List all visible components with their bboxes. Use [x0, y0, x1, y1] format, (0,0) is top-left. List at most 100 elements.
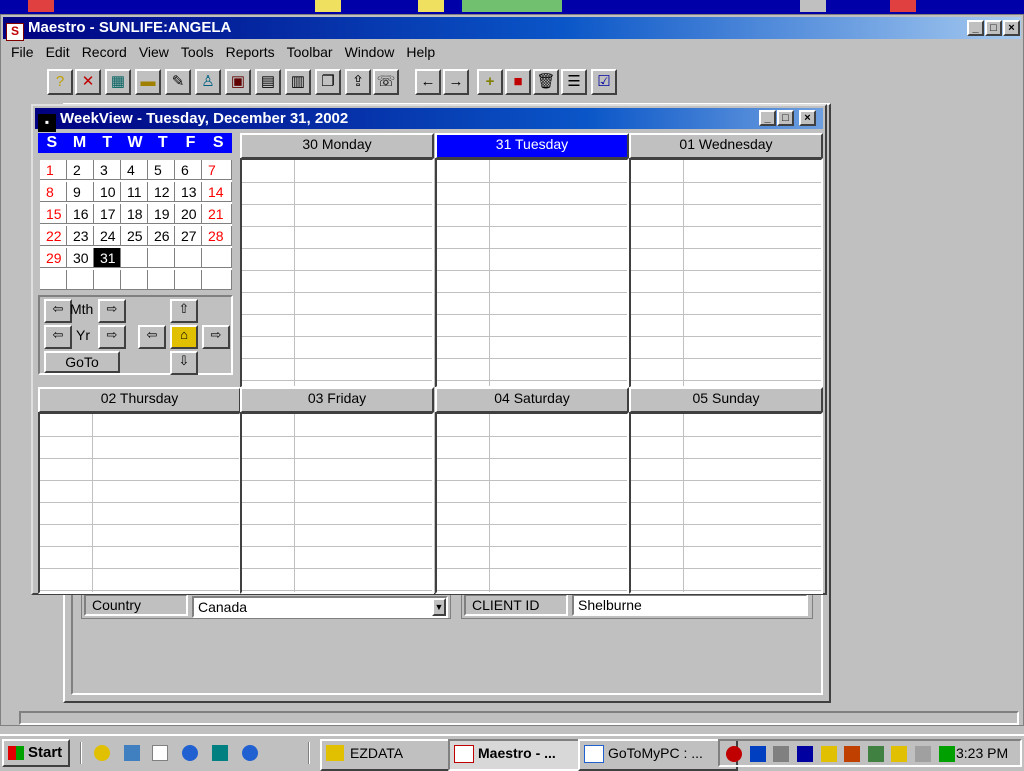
antivirus-tray-icon[interactable] — [844, 745, 861, 762]
calendar-date-cell[interactable]: 27 — [175, 226, 202, 246]
maximize-button[interactable]: □ — [985, 20, 1002, 36]
day-header-tuesday[interactable]: 31 Tuesday — [435, 133, 629, 159]
help-icon[interactable]: ? — [47, 69, 73, 95]
start-button[interactable]: Start — [2, 739, 70, 767]
day-slots-thursday[interactable] — [38, 412, 241, 594]
menu-edit[interactable]: Edit — [40, 42, 76, 62]
day-header-thursday[interactable]: 02 Thursday — [38, 387, 241, 413]
calendar-date-cell[interactable]: 16 — [67, 204, 94, 224]
calendar-date-cell[interactable]: 11 — [121, 182, 148, 202]
calendar-date-cell[interactable]: 19 — [148, 204, 175, 224]
right-arrow-icon[interactable]: ⇨ — [202, 325, 230, 349]
calendar-date-cell[interactable]: 22 — [40, 226, 67, 246]
calendar-date-cell[interactable]: 14 — [202, 182, 232, 202]
cancel-icon[interactable]: ✕ — [75, 69, 101, 95]
menu-reports[interactable]: Reports — [220, 42, 281, 62]
calendar-date-cell[interactable]: 30 — [67, 248, 94, 268]
menu-view[interactable]: View — [133, 42, 175, 62]
day-header-monday[interactable]: 30 Monday — [240, 133, 434, 159]
calendar-date-cell[interactable]: 1 — [40, 160, 67, 180]
calendar-date-cell[interactable]: 2 — [67, 160, 94, 180]
left-arrow-icon[interactable]: ⇦ — [138, 325, 166, 349]
search-tray-icon[interactable] — [726, 745, 742, 762]
day-slots-wednesday[interactable] — [629, 158, 823, 388]
weekview-titlebar[interactable]: ▪ WeekView - Tuesday, December 31, 2002 _… — [35, 108, 823, 132]
prev-month-arrow-icon[interactable]: ⇦ — [44, 299, 72, 323]
people-icon[interactable]: ♙ — [195, 69, 221, 95]
calculator-icon[interactable]: ▦ — [105, 69, 131, 95]
day-slots-saturday[interactable] — [435, 412, 629, 594]
day-header-friday[interactable]: 03 Friday — [240, 387, 434, 413]
down-arrow-icon[interactable]: ⇩ — [170, 351, 198, 375]
add-icon[interactable]: + — [477, 69, 503, 95]
day-slots-sunday[interactable] — [629, 412, 823, 594]
network-tray-icon[interactable] — [773, 745, 790, 762]
book-icon[interactable]: ▣ — [225, 69, 251, 95]
next-year-arrow-icon[interactable]: ⇨ — [98, 325, 126, 349]
menu-record[interactable]: Record — [76, 42, 133, 62]
shield-tray-icon[interactable] — [749, 745, 766, 762]
calendar-date-cell[interactable]: 9 — [67, 182, 94, 202]
day-header-wednesday[interactable]: 01 Wednesday — [629, 133, 823, 159]
calendar-date-cell[interactable]: 12 — [148, 182, 175, 202]
tools-icon[interactable]: ✎ — [165, 69, 191, 95]
mypc-tray-icon[interactable] — [938, 745, 955, 762]
calendar-date-cell[interactable]: 13 — [175, 182, 202, 202]
weekview-minimize-button[interactable]: _ — [759, 110, 776, 126]
color-icon[interactable]: ■ — [505, 69, 531, 95]
calendar-icon[interactable]: ▤ — [255, 69, 281, 95]
green-desktop-icon[interactable] — [462, 0, 562, 12]
day-slots-friday[interactable] — [240, 412, 434, 594]
calendar2-icon[interactable]: ▥ — [285, 69, 311, 95]
menu-toolbar[interactable]: Toolbar — [281, 42, 339, 62]
folder2-desktop-icon[interactable] — [418, 0, 444, 12]
phone-icon[interactable]: ☏ — [373, 69, 399, 95]
close-button[interactable]: × — [1003, 20, 1020, 36]
task-gotomypc[interactable]: GoToMyPC : ... — [578, 739, 738, 771]
calendar-date-cell[interactable]: 29 — [40, 248, 67, 268]
calendar-date-cell[interactable]: 21 — [202, 204, 232, 224]
calendar-date-cell[interactable]: 25 — [121, 226, 148, 246]
day-slots-monday[interactable] — [240, 158, 434, 388]
minimize-button[interactable]: _ — [967, 20, 984, 36]
monitor-tray-icon[interactable] — [796, 745, 813, 762]
check-icon[interactable]: ☑ — [591, 69, 617, 95]
drive-tray-icon[interactable] — [915, 745, 931, 762]
list-icon[interactable]: ☰ — [561, 69, 587, 95]
calendar-date-cell[interactable]: 5 — [148, 160, 175, 180]
ie-quicklaunch-icon[interactable] — [182, 745, 198, 761]
trash-icon[interactable]: 🗑 — [533, 69, 559, 95]
display-tray-icon[interactable] — [891, 745, 908, 762]
pdf2-desktop-icon[interactable] — [890, 0, 916, 12]
calendar-date-cell[interactable]: 28 — [202, 226, 232, 246]
folder-desktop-icon[interactable] — [315, 0, 341, 12]
export-icon[interactable]: ⇪ — [345, 69, 371, 95]
calendar-date-cell[interactable]: 8 — [40, 182, 67, 202]
calendar-date-cell[interactable]: 23 — [67, 226, 94, 246]
up-arrow-icon[interactable]: ⇧ — [170, 299, 198, 323]
calendar-date-cell[interactable]: 4 — [121, 160, 148, 180]
day-header-sunday[interactable]: 05 Sunday — [629, 387, 823, 413]
forward-arrow-icon[interactable]: → — [443, 69, 469, 95]
calendar-date-cell[interactable]: 26 — [148, 226, 175, 246]
calendar-date-cell[interactable]: 17 — [94, 204, 121, 224]
notepad-quicklaunch-icon[interactable] — [152, 745, 168, 761]
goto-button[interactable]: GoTo — [44, 351, 120, 373]
calc-quicklaunch-icon[interactable] — [212, 745, 228, 761]
desktop-quicklaunch-icon[interactable] — [94, 745, 110, 761]
update-tray-icon[interactable] — [867, 745, 884, 762]
weekview-close-button[interactable]: × — [799, 110, 816, 126]
calendar-date-cell[interactable]: 15 — [40, 204, 67, 224]
volume-tray-icon[interactable] — [820, 745, 837, 762]
menu-file[interactable]: File — [5, 42, 40, 62]
computer-desktop-icon[interactable] — [800, 0, 826, 12]
menu-window[interactable]: Window — [339, 42, 401, 62]
calendar-date-cell[interactable]: 20 — [175, 204, 202, 224]
minus-icon[interactable]: ▬ — [135, 69, 161, 95]
outlook-quicklaunch-icon[interactable] — [124, 745, 140, 761]
ie2-quicklaunch-icon[interactable] — [242, 745, 258, 761]
calendar-date-cell[interactable]: 18 — [121, 204, 148, 224]
chevron-down-icon[interactable]: ▼ — [432, 598, 446, 616]
day-slots-tuesday[interactable] — [435, 158, 629, 388]
home-icon[interactable]: ⌂ — [170, 325, 198, 349]
